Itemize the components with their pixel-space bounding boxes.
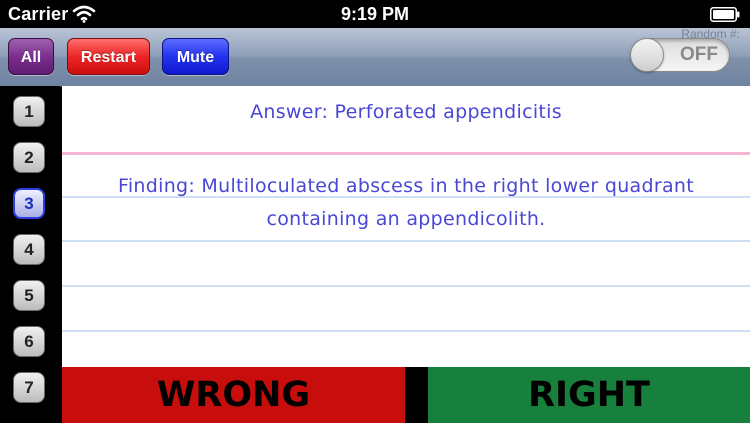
toggle-state-label: OFF <box>680 44 718 65</box>
card-number-button-5[interactable]: 5 <box>13 280 45 311</box>
card-number-button-6[interactable]: 6 <box>13 326 45 357</box>
index-card: Answer: Perforated appendicitis Finding:… <box>62 86 750 367</box>
restart-button[interactable]: Restart <box>67 38 150 75</box>
clock: 9:19 PM <box>340 4 410 24</box>
random-toggle[interactable]: OFF <box>630 38 730 72</box>
right-button[interactable]: RIGHT <box>428 367 750 423</box>
battery-icon <box>710 7 740 22</box>
toggle-knob[interactable] <box>630 38 664 72</box>
card-number-button-1[interactable]: 1 <box>13 96 45 127</box>
card-number-button-2[interactable]: 2 <box>13 142 45 173</box>
wrong-button[interactable]: WRONG <box>62 367 405 423</box>
card-number-column: 1 2 3 4 5 6 7 <box>0 86 60 423</box>
toolbar: All Restart Mute Random #: OFF <box>0 27 750 87</box>
status-bar: Carrier 9:19 PM <box>0 0 750 28</box>
answer-text: Answer: Perforated appendicitis <box>250 101 562 123</box>
all-button[interactable]: All <box>8 38 54 75</box>
card-header-rule <box>62 152 750 155</box>
card-number-button-3[interactable]: 3 <box>13 188 45 219</box>
card-rule <box>62 285 750 287</box>
card-number-button-7[interactable]: 7 <box>13 372 45 403</box>
mute-button[interactable]: Mute <box>162 38 229 75</box>
card-number-button-4[interactable]: 4 <box>13 234 45 265</box>
app-screen: Carrier 9:19 PM All Restart Mute Random … <box>0 0 750 423</box>
card-rule <box>62 330 750 332</box>
finding-text: Finding: Multiloculated abscess in the r… <box>117 175 695 230</box>
card-rule <box>62 240 750 242</box>
